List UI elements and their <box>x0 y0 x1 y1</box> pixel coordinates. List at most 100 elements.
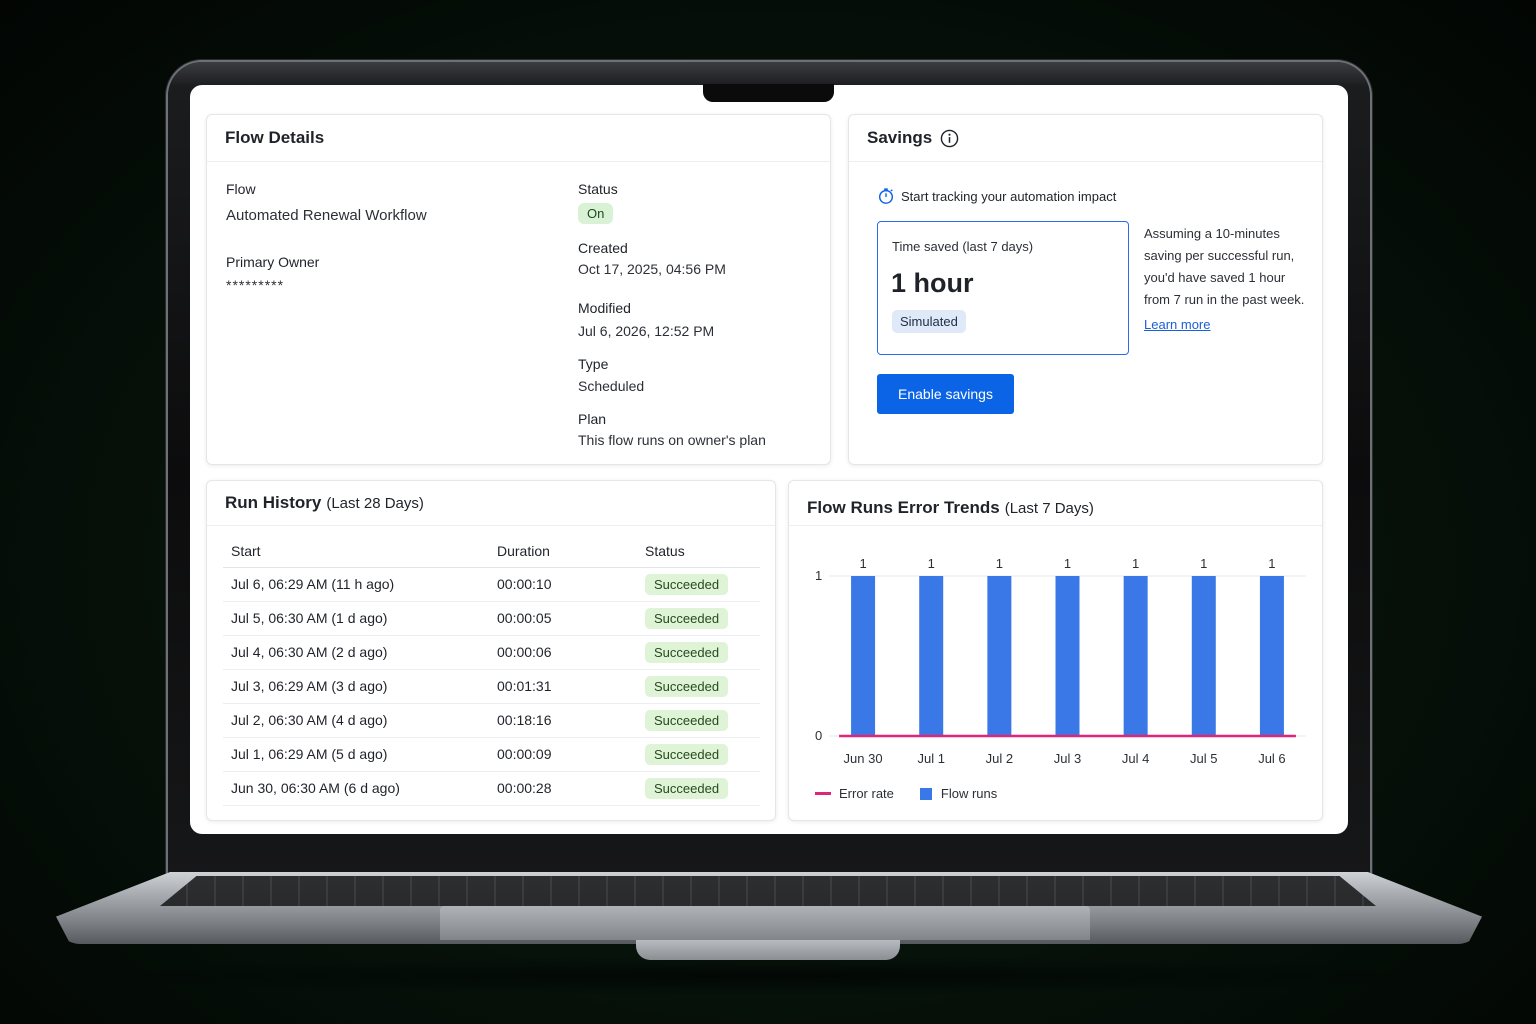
legend-error-label: Error rate <box>839 786 894 801</box>
laptop-keyboard <box>160 876 1376 906</box>
bar <box>1259 576 1284 736</box>
status-badge: Succeeded <box>645 573 729 595</box>
type-label: Type <box>578 356 609 372</box>
plan-value: This flow runs on owner's plan <box>578 432 766 448</box>
info-icon[interactable] <box>940 129 959 148</box>
legend-error-rate[interactable]: Error rate <box>815 786 894 801</box>
table-row[interactable]: Jul 2, 06:30 AM (4 d ago) 00:18:16 Succeed… <box>223 703 760 738</box>
bar <box>1055 576 1080 736</box>
data-label: 1 <box>1064 556 1071 571</box>
run-start-cell: Jul 4, 06:30 AM (2 d ago) <box>223 635 489 670</box>
table-row[interactable]: Jul 4, 06:30 AM (2 d ago) 00:00:06 Succeed… <box>223 635 760 670</box>
table-row[interactable]: Jul 5, 06:30 AM (1 d ago) 00:00:05 Succeed… <box>223 601 760 636</box>
laptop-trackpad <box>440 906 1090 940</box>
error-trends-card: Flow Runs Error Trends (Last 7 Days) 0 1 1… <box>788 480 1323 821</box>
status-label: Status <box>578 181 618 197</box>
status-badge: On <box>578 203 614 224</box>
time-saved-box: Time saved (last 7 days) 1 hour Simulate… <box>877 221 1129 355</box>
flow-details-title: Flow Details <box>207 115 830 162</box>
run-status-cell: Succeeded <box>637 601 760 636</box>
tracking-text: Start tracking your automation impact <box>901 188 1117 204</box>
status-badge: Succeeded <box>645 641 729 663</box>
flow-meta-column: Status On Created Oct 17, 2025, 04:56 PM… <box>578 181 766 448</box>
run-status-cell: Succeeded <box>637 567 760 602</box>
status-badge: Succeeded <box>645 607 729 629</box>
run-start-cell: Jul 2, 06:30 AM (4 d ago) <box>223 703 489 738</box>
run-history-card: Run History (Last 28 Days) Start Duratio… <box>206 480 776 821</box>
camera-notch <box>703 84 834 102</box>
run-duration-cell: 00:01:31 <box>489 669 637 704</box>
data-label: 1 <box>1200 556 1207 571</box>
status-badge: Succeeded <box>645 675 729 697</box>
legend-flow-runs[interactable]: Flow runs <box>919 786 998 801</box>
flow-info-column: Flow Automated Renewal Workflow Primary … <box>226 181 427 293</box>
owner-label: Primary Owner <box>226 254 320 270</box>
table-row[interactable]: Jul 3, 06:29 AM (3 d ago) 00:01:31 Succeed… <box>223 669 760 704</box>
y-tick-label: 1 <box>815 568 822 583</box>
data-label: 1 <box>1132 556 1139 571</box>
run-history-title: Run History <box>225 493 322 512</box>
x-tick-label: Jul 3 <box>1054 751 1081 766</box>
bar <box>1191 576 1216 736</box>
column-header-start[interactable]: Start <box>223 535 489 568</box>
assumption-line: you'd have saved 1 hour <box>1144 270 1286 285</box>
run-status-cell: Succeeded <box>637 737 760 772</box>
simulated-chip: Simulated <box>892 310 966 333</box>
run-start-cell: Jul 5, 06:30 AM (1 d ago) <box>223 601 489 636</box>
error-trends-header: Flow Runs Error Trends (Last 7 Days) <box>789 481 1322 526</box>
screen: Flow Details Flow Automated Renewal Work… <box>190 85 1348 834</box>
status-badge: Succeeded <box>645 743 729 765</box>
run-status-cell: Succeeded <box>637 669 760 704</box>
run-duration-cell: 00:00:05 <box>489 601 637 636</box>
created-value: Oct 17, 2025, 04:56 PM <box>578 261 726 277</box>
data-label: 1 <box>1268 556 1275 571</box>
learn-more-link[interactable]: Learn more <box>1144 317 1210 332</box>
chart-legend: Error rate Flow runs <box>815 786 1023 801</box>
column-header-duration[interactable]: Duration <box>489 535 637 568</box>
flow-name: Automated Renewal Workflow <box>226 207 427 224</box>
laptop-shadow <box>70 956 1466 996</box>
assumption-line: saving per successful run, <box>1144 248 1295 263</box>
x-tick-label: Jul 6 <box>1258 751 1285 766</box>
stopwatch-icon <box>877 187 895 205</box>
run-duration-cell: 00:00:09 <box>489 737 637 772</box>
time-saved-label: Time saved (last 7 days) <box>892 239 1034 254</box>
flow-runs-swatch <box>919 787 932 800</box>
run-duration-cell: 00:00:06 <box>489 635 637 670</box>
savings-header: Savings <box>849 115 1322 162</box>
run-status-cell: Succeeded <box>637 703 760 738</box>
assumption-line: from 7 run in the past week. <box>1144 292 1305 307</box>
error-trends-chart: 0 1 1 Jun 30 1 Jul 1 1 Jul 2 1 Jul 3 1 Jul 4 1 Jul 5 1… <box>815 556 1306 766</box>
bar <box>987 576 1012 736</box>
status-badge: Succeeded <box>645 709 729 731</box>
flow-details-card: Flow Details Flow Automated Renewal Work… <box>206 114 831 465</box>
run-start-cell: Jun 30, 06:30 AM (6 d ago) <box>223 771 489 806</box>
savings-title: Savings <box>867 128 933 147</box>
column-header-status[interactable]: Status <box>637 535 760 568</box>
x-tick-label: Jul 1 <box>917 751 944 766</box>
x-tick-label: Jul 2 <box>986 751 1013 766</box>
run-duration-cell: 00:00:28 <box>489 771 637 806</box>
y-tick-label: 0 <box>815 728 822 743</box>
table-row[interactable]: Jun 30, 06:30 AM (6 d ago) 00:00:28 Succee… <box>223 771 760 806</box>
run-history-table: Start Duration Status Jul 6, 06:29 AM (1… <box>223 535 760 806</box>
run-start-cell: Jul 6, 06:29 AM (11 h ago) <box>223 567 489 602</box>
table-row[interactable]: Jul 1, 06:29 AM (5 d ago) 00:00:09 Succeed… <box>223 737 760 772</box>
enable-savings-button[interactable]: Enable savings <box>877 374 1014 414</box>
x-tick-label: Jul 5 <box>1190 751 1217 766</box>
run-status-cell: Succeeded <box>637 771 760 806</box>
bar <box>919 576 944 736</box>
owner-value: ********* <box>226 277 285 293</box>
run-start-cell: Jul 1, 06:29 AM (5 d ago) <box>223 737 489 772</box>
run-duration-cell: 00:00:10 <box>489 567 637 602</box>
modified-label: Modified <box>578 300 631 316</box>
run-duration-cell: 00:18:16 <box>489 703 637 738</box>
bar <box>1123 576 1148 736</box>
assumption-line: Assuming a 10-minutes <box>1144 226 1280 241</box>
table-row[interactable]: Jul 6, 06:29 AM (11 h ago) 00:00:10 Succee… <box>223 567 760 602</box>
legend-runs-label: Flow runs <box>940 786 998 801</box>
modified-value: Jul 6, 2026, 12:52 PM <box>578 323 715 339</box>
laptop-front-notch <box>636 940 900 960</box>
savings-assumption: Assuming a 10-minutes saving per success… <box>1144 223 1304 336</box>
flow-label: Flow <box>226 181 256 197</box>
